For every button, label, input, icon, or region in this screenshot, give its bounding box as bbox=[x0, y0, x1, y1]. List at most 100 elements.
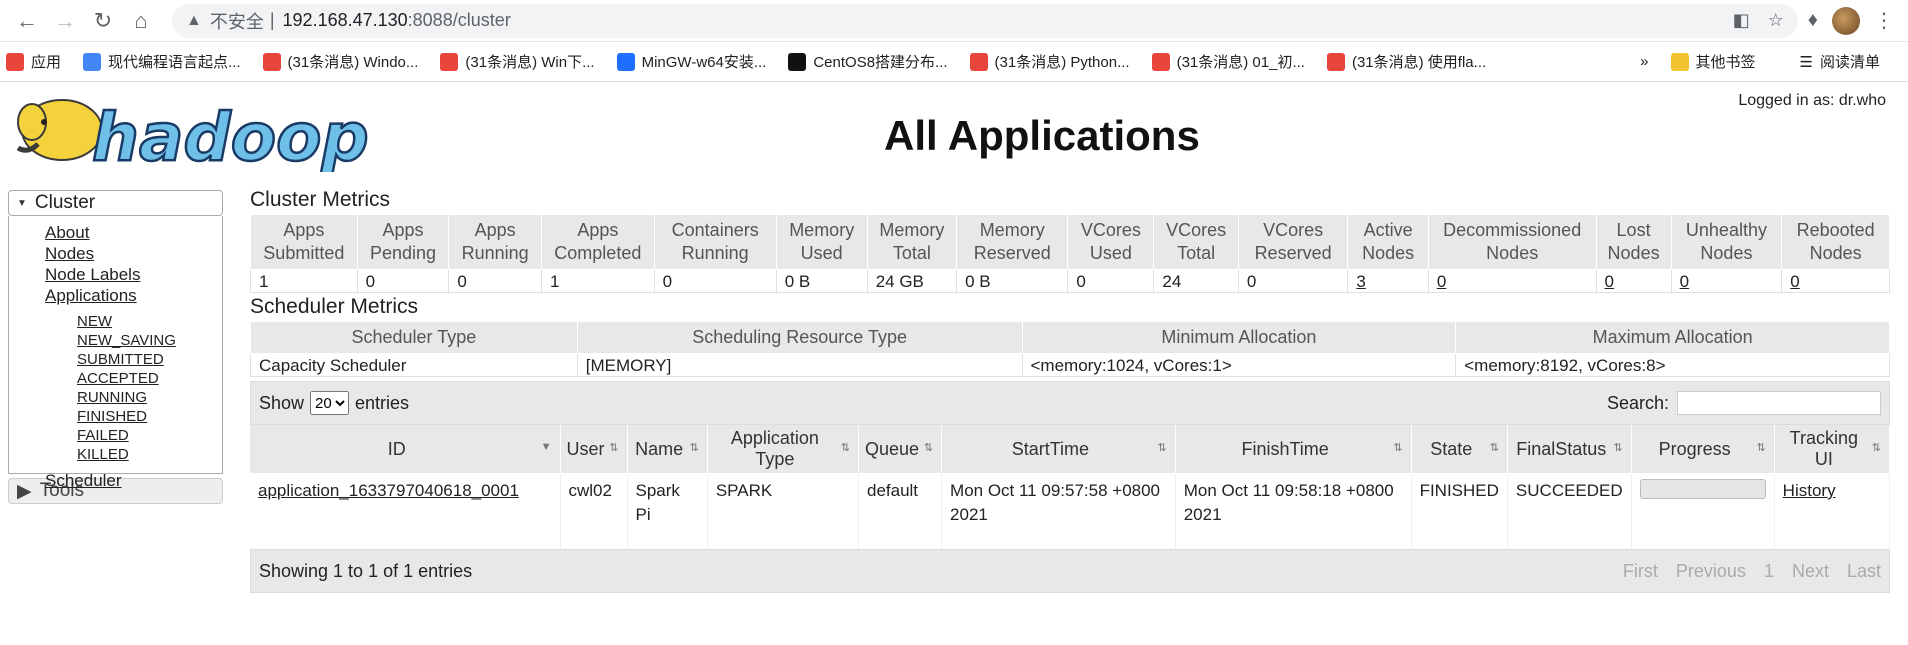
scheduler-header: Scheduling Resource Type bbox=[576, 321, 1023, 354]
bookmark-label: (31条消息) Windo... bbox=[287, 54, 419, 71]
pager-next[interactable]: Next bbox=[1792, 561, 1829, 582]
bookmark-favicon-icon bbox=[1151, 52, 1170, 71]
bookmark-favicon-icon bbox=[616, 52, 635, 71]
insecure-label: 不安全 bbox=[209, 11, 264, 32]
app-queue: default bbox=[858, 473, 943, 549]
sort-icon: ⇅ bbox=[1871, 442, 1881, 454]
url-path: :8088/cluster bbox=[407, 10, 511, 30]
bookmark-label: (31条消息) Python... bbox=[994, 54, 1130, 71]
page-size-select[interactable]: 20 bbox=[310, 391, 350, 415]
bookmark-favicon-icon bbox=[969, 52, 988, 71]
nav-sublink-accepted[interactable]: ACCEPTED bbox=[77, 369, 222, 388]
bookmark-item[interactable]: (31条消息) Win下... bbox=[440, 51, 595, 72]
nav-sublink-finished[interactable]: FINISHED bbox=[77, 407, 222, 426]
more-bookmarks-icon[interactable]: » bbox=[1640, 53, 1648, 70]
metric-link[interactable]: 3 bbox=[1356, 272, 1365, 291]
pager-previous[interactable]: Previous bbox=[1676, 561, 1746, 582]
metric-value: 0 bbox=[448, 269, 542, 293]
sort-icon: ⇅ bbox=[840, 442, 850, 454]
metric-link[interactable]: 0 bbox=[1605, 272, 1614, 291]
metric-header: Decommissioned Nodes bbox=[1427, 214, 1597, 270]
bookmark-item[interactable]: MinGW-w64安装... bbox=[616, 51, 766, 72]
nav-sublink-submitted[interactable]: SUBMITTED bbox=[77, 350, 222, 369]
column-header-label: User bbox=[566, 438, 605, 459]
app-id-link[interactable]: application_1633797040618_0001 bbox=[258, 481, 519, 500]
sidebar: ▼ Cluster About Nodes Node Labels Applicati… bbox=[8, 190, 223, 504]
column-header-progress[interactable]: Progress ⇅ bbox=[1631, 425, 1775, 473]
sort-icon: ⇅ bbox=[1613, 442, 1623, 454]
column-header-user[interactable]: User ⇅ bbox=[560, 425, 628, 473]
reading-list[interactable]: ☰ 阅读清单 bbox=[1800, 51, 1880, 72]
bookmark-item[interactable]: 现代编程语言起点... bbox=[83, 51, 241, 72]
column-header-name[interactable]: Name ⇅ bbox=[627, 425, 708, 473]
pager-last[interactable]: Last bbox=[1847, 561, 1881, 582]
reload-icon[interactable]: ↻ bbox=[84, 2, 122, 40]
sort-icon: ⇅ bbox=[609, 442, 619, 454]
nav-sublink-new[interactable]: NEW bbox=[77, 312, 222, 331]
bookmark-item[interactable]: (31条消息) Python... bbox=[969, 51, 1130, 72]
column-header-state[interactable]: State ⇅ bbox=[1411, 425, 1508, 473]
metric-header: VCores Total bbox=[1153, 214, 1239, 270]
nav-sublink-new-saving[interactable]: NEW_SAVING bbox=[77, 331, 222, 350]
bookmark-item[interactable]: (31条消息) Windo... bbox=[262, 51, 419, 72]
forward-icon[interactable]: → bbox=[46, 2, 84, 40]
nav-sublink-failed[interactable]: FAILED bbox=[77, 426, 222, 445]
menu-icon[interactable]: ⋮ bbox=[1874, 8, 1894, 33]
column-header-finishtime[interactable]: FinishTime ⇅ bbox=[1175, 425, 1412, 473]
bookmark-favicon-icon bbox=[83, 52, 102, 71]
avatar[interactable] bbox=[1832, 6, 1860, 35]
metric-link[interactable]: 0 bbox=[1437, 272, 1446, 291]
cluster-section-header[interactable]: ▼ Cluster bbox=[8, 190, 223, 216]
column-header-tracking-ui[interactable]: Tracking UI ⇅ bbox=[1774, 425, 1891, 473]
nav-link-scheduler[interactable]: Scheduler bbox=[45, 470, 222, 491]
home-icon[interactable]: ⌂ bbox=[122, 2, 160, 40]
nav-sublink-killed[interactable]: KILLED bbox=[77, 445, 222, 464]
nav-sublink-running[interactable]: RUNNING bbox=[77, 388, 222, 407]
extensions-icon[interactable]: ♦ bbox=[1808, 9, 1818, 32]
search-label: Search: bbox=[1606, 392, 1669, 413]
column-header-starttime[interactable]: StartTime ⇅ bbox=[941, 425, 1176, 473]
bookmark-item[interactable]: 应用 bbox=[6, 51, 61, 72]
metric-value: 0 bbox=[356, 269, 450, 293]
entries-label: entries bbox=[355, 392, 410, 413]
metric-value: 24 bbox=[1153, 269, 1239, 293]
metric-link[interactable]: 0 bbox=[1680, 272, 1689, 291]
nav-link-node-labels[interactable]: Node Labels bbox=[45, 264, 222, 285]
metric-link[interactable]: 0 bbox=[1790, 272, 1799, 291]
bookmark-label: 应用 bbox=[31, 54, 62, 71]
translate-icon[interactable]: ◧ bbox=[1733, 10, 1750, 31]
scheduler-value: Capacity Scheduler bbox=[250, 353, 578, 377]
sort-icon: ⇅ bbox=[1489, 442, 1499, 454]
address-bar[interactable]: ▲ 不安全 | 192.168.47.130 :8088/cluster ◧ ☆ bbox=[172, 3, 1798, 38]
cluster-metrics-title: Cluster Metrics bbox=[250, 188, 391, 211]
nav-link-nodes[interactable]: Nodes bbox=[45, 243, 222, 264]
other-bookmarks[interactable]: 其他书签 bbox=[1670, 51, 1756, 72]
cluster-menu: About Nodes Node Labels Applications NEW NEW… bbox=[8, 216, 223, 490]
app-start-time: Mon Oct 11 09:57:58 +0800 2021 bbox=[941, 473, 1176, 549]
column-header-id[interactable]: ID ▼ bbox=[250, 425, 561, 473]
column-header-finalstatus[interactable]: FinalStatus ⇅ bbox=[1507, 425, 1632, 473]
app-user: cwl02 bbox=[560, 473, 628, 549]
bookmark-item[interactable]: CentOS8搭建分布... bbox=[788, 51, 948, 72]
bookmark-favicon-icon bbox=[788, 52, 807, 71]
search-input[interactable] bbox=[1677, 391, 1881, 415]
star-icon[interactable]: ☆ bbox=[1768, 10, 1784, 31]
nav-link-applications[interactable]: Applications bbox=[45, 285, 222, 306]
nav-link-about[interactable]: About bbox=[45, 222, 222, 243]
scheduler-header: Maximum Allocation bbox=[1455, 321, 1890, 354]
column-header-queue[interactable]: Queue ⇅ bbox=[858, 425, 943, 473]
back-icon[interactable]: ← bbox=[8, 2, 46, 40]
metric-header: Active Nodes bbox=[1347, 214, 1429, 270]
metric-header: Apps Running bbox=[448, 214, 542, 270]
pager-first[interactable]: First bbox=[1623, 561, 1658, 582]
bookmark-item[interactable]: (31条消息) 使用fla... bbox=[1326, 51, 1486, 72]
pager-1[interactable]: 1 bbox=[1764, 561, 1774, 582]
column-header-label: FinishTime bbox=[1241, 438, 1329, 459]
sort-icon: ⇅ bbox=[689, 442, 699, 454]
browser-toolbar: ← → ↻ ⌂ ▲ 不安全 | 192.168.47.130 :8088/clu… bbox=[0, 0, 1908, 42]
history-link[interactable]: History bbox=[1783, 481, 1836, 500]
column-header-application-type[interactable]: Application Type ⇅ bbox=[707, 425, 859, 473]
bookmark-item[interactable]: (31条消息) 01_初... bbox=[1151, 51, 1305, 72]
scheduler-metrics-table: Scheduler Type Scheduling Resource Type Mi… bbox=[250, 321, 1890, 377]
column-header-label: ID bbox=[387, 438, 406, 459]
